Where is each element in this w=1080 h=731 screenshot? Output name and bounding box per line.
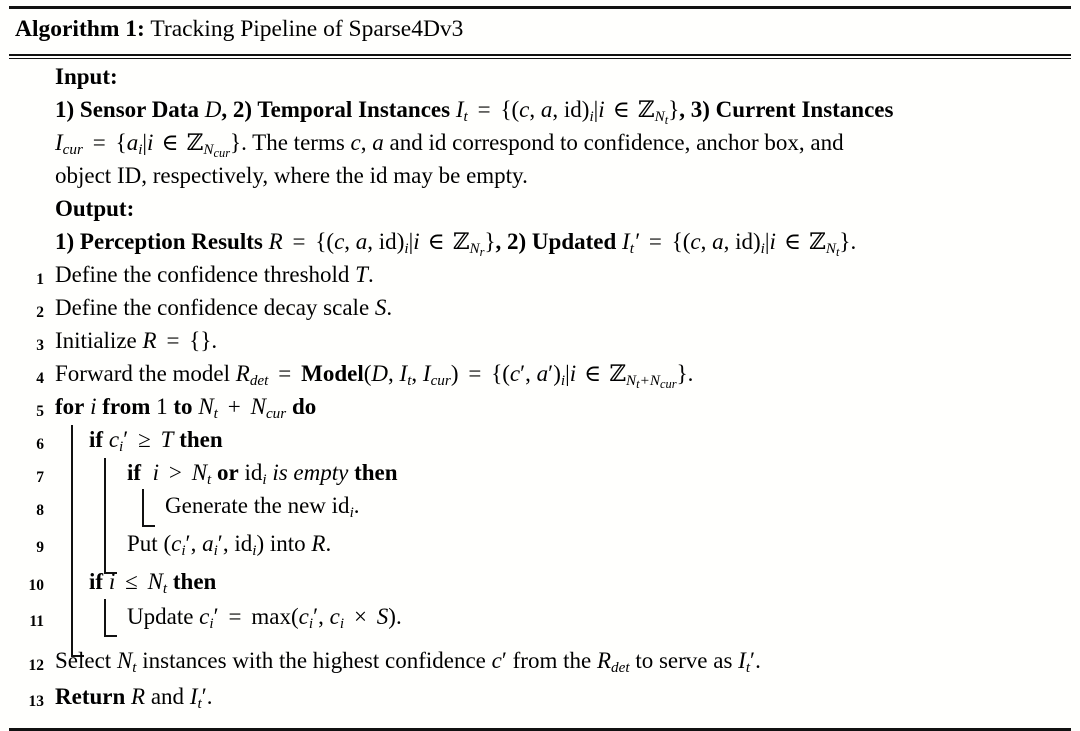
input-line-2-math: Icur = {ai|i ∈ ℤNcur}. The terms c, a an… [55,129,844,161]
line-number: 13 [28,692,45,710]
bottom-rule [9,727,1071,731]
line-number: 9 [36,538,44,556]
line-number: 8 [36,501,44,519]
caption-title: Tracking Pipeline of Sparse4Dv3 [150,16,464,42]
algorithm-line-11: 11 Update ci′ = max(ci′, ci × S). [9,604,1071,637]
output-line-1: 1) Perception Results R = {(c, a, id)i|i… [9,229,1071,262]
algorithm-line-5-for: 5 for i from 1 to Nt + Ncur do [9,393,1071,657]
caption-prefix: Algorithm 1: [15,16,145,42]
algorithm-line-1: 1 Define the confidence threshold T. [9,262,1071,295]
line-number: 1 [36,270,44,288]
algorithm-line-2: 2 Define the confidence decay scale S. [9,295,1071,328]
output-label-line: Output: [9,196,1071,229]
line-5-text: for i from 1 to Nt + Ncur do [55,393,317,423]
algorithm-block: Algorithm 1: Tracking Pipeline of Sparse… [9,6,1071,731]
line-number: 6 [36,435,44,453]
line-number: 12 [28,656,45,674]
line-2-text: Define the confidence decay scale S. [55,294,393,320]
algorithm-line-3: 3 Initialize R = {}. [9,328,1071,361]
line-number: 4 [36,369,44,387]
line-7-text: if i > Nt or idi is empty then [127,459,398,489]
output-line-1-math: 1) Perception Results R = {(c, a, id)i|i… [55,228,857,260]
algorithm-line-8: 8 Generate the new idi. [9,493,1071,526]
line-6-text: if ci′ ≥ T then [89,426,223,456]
line-8-text: Generate the new idi. [165,492,360,522]
algorithm-body: Input: 1) Sensor Data D, 2) Temporal Ins… [9,59,1071,719]
line-number: 5 [36,402,44,420]
input-line-3: object ID, respectively, where the id ma… [9,163,1071,196]
line-3-text: Initialize R = {}. [55,327,218,353]
algorithm-line-9: 9 Put (ci′, ai′, idi) into R. [9,526,1071,566]
input-label-line: Input: [9,64,1071,97]
input-line-1-math: 1) Sensor Data D, 2) Temporal Instances … [55,96,894,128]
output-label: Output: [55,195,135,221]
line-11-text: Update ci′ = max(ci′, ci × S). [127,603,402,633]
line-1-text: Define the confidence threshold T. [55,261,374,287]
input-line-2: Icur = {ai|i ∈ ℤNcur}. The terms c, a an… [9,130,1071,163]
algorithm-line-10-if: 10 if i ≤ Nt then [9,566,1071,637]
algorithm-line-7-if: 7 if i > Nt or idi is empty then [9,459,1071,527]
algorithm-line-12: 12 Select Nt instances with the highest … [9,637,1071,684]
line-number: 11 [29,612,44,630]
line-number: 2 [36,303,44,321]
line-9-text: Put (ci′, ai′, idi) into R. [127,530,332,560]
input-line-1: 1) Sensor Data D, 2) Temporal Instances … [9,97,1071,130]
line-10-text: if i ≤ Nt then [89,568,217,598]
line-number: 3 [36,336,44,354]
line-number: 7 [36,468,44,486]
input-label: Input: [55,63,118,89]
input-line-3-text: object ID, respectively, where the id ma… [55,162,528,188]
algorithm-caption: Algorithm 1: Tracking Pipeline of Sparse… [9,9,1071,49]
line-number: 10 [28,576,45,594]
algorithm-line-13-return: 13 Return R and It′. [9,684,1071,717]
line-12-text: Select Nt instances with the highest con… [55,647,761,677]
algorithm-line-6-if: 6 if ci′ ≥ T then [9,426,1071,574]
line-4-text: Forward the model Rdet = Model(D, It, Ic… [55,360,694,392]
algorithm-line-4: 4 Forward the model Rdet = Model(D, It, … [9,361,1071,394]
line-13-text: Return R and It′. [55,683,213,713]
